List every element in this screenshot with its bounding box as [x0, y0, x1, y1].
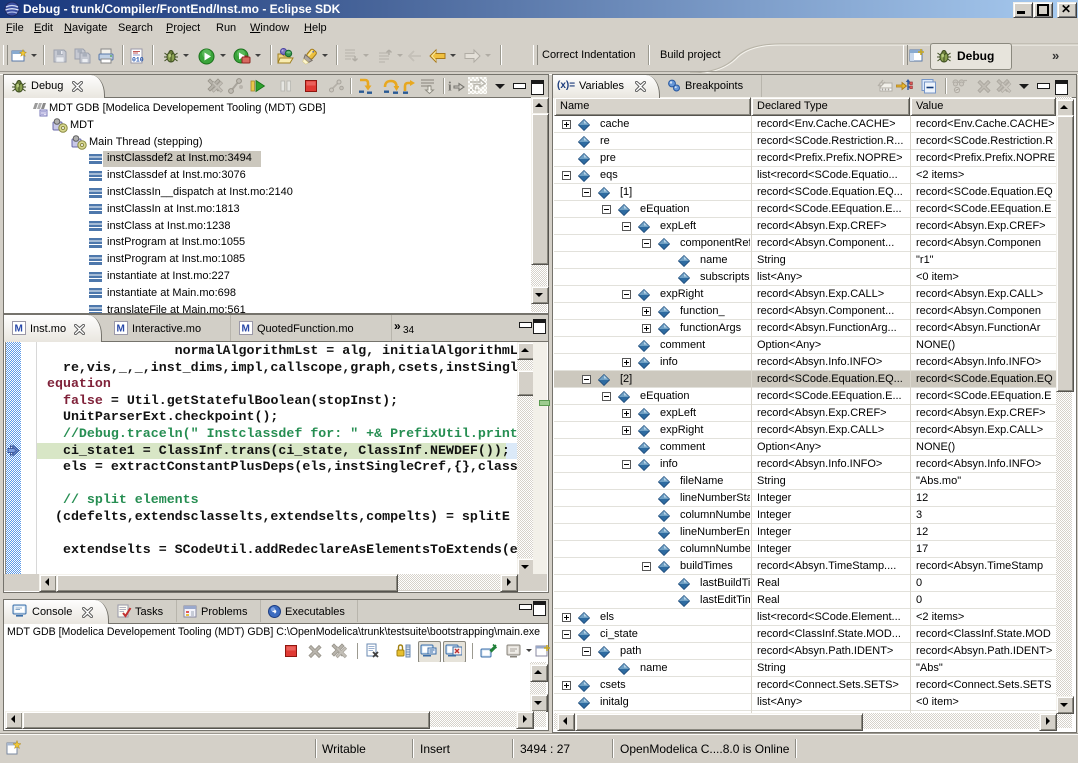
svg-text:M: M: [242, 324, 250, 335]
svg-text:M: M: [117, 324, 125, 335]
svg-text:M: M: [15, 324, 23, 335]
svg-text:i: i: [448, 79, 452, 94]
svg-text:010: 010: [132, 57, 144, 64]
